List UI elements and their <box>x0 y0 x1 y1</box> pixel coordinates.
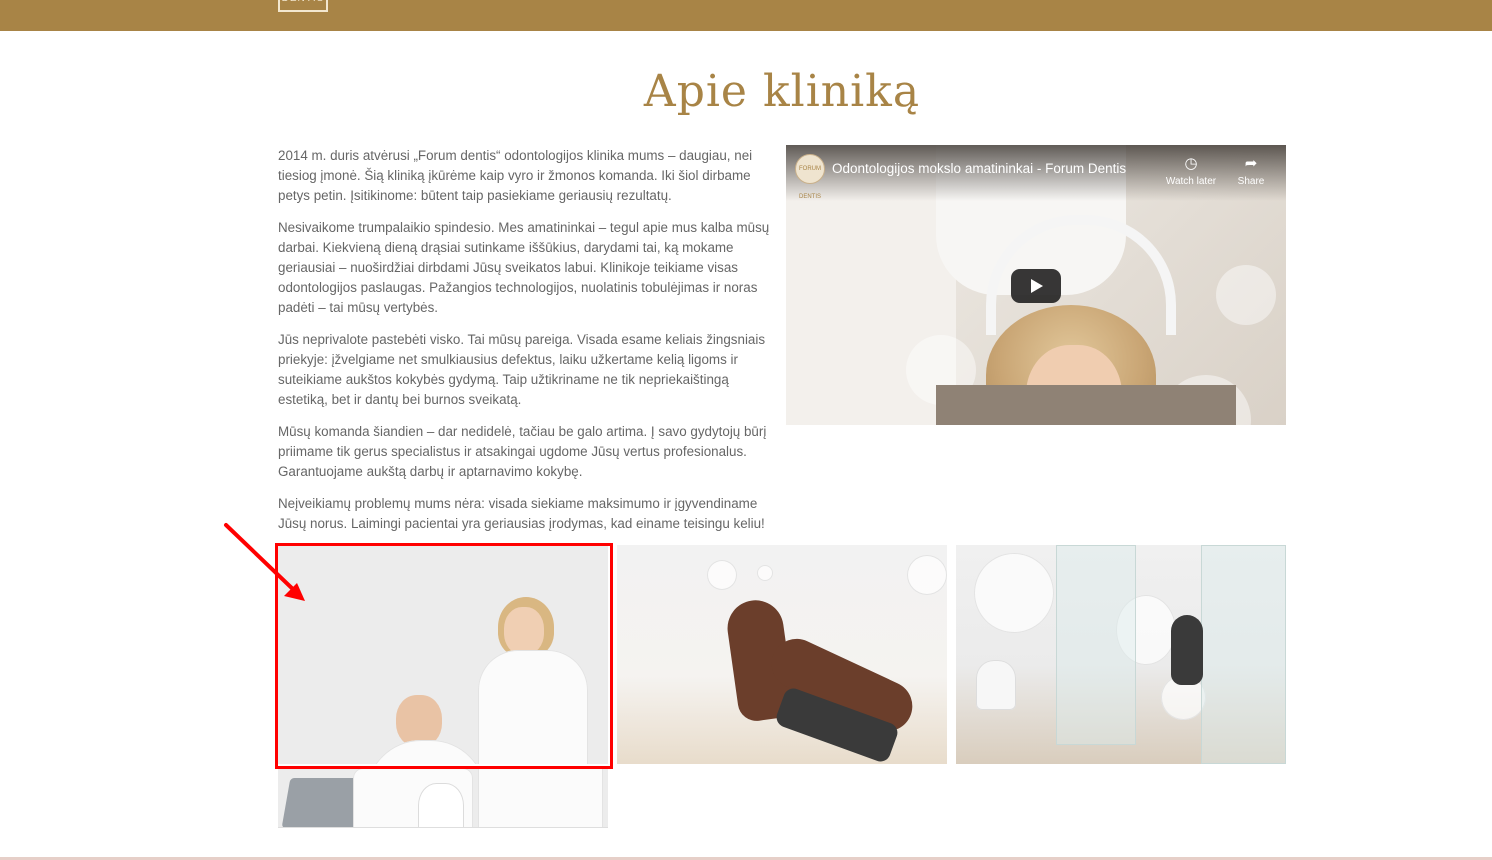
gallery-image-clinic-room[interactable] <box>956 545 1286 764</box>
share-arrow-icon: ➦ <box>1244 155 1258 172</box>
youtube-video-embed[interactable]: FORUM DENTIS Odontologijos mokslo amatin… <box>786 145 1286 425</box>
photo-wall-circle <box>757 565 773 581</box>
page-title: Apie kliniką <box>643 66 921 117</box>
highlight-box <box>275 543 613 769</box>
photo-glass-circle <box>974 553 1054 633</box>
video-title[interactable]: Odontologijos mokslo amatininkai - Forum… <box>832 161 1126 176</box>
photo-wall-circle <box>707 560 737 590</box>
photo-desk <box>278 828 608 860</box>
channel-avatar[interactable]: FORUM DENTIS <box>795 154 825 200</box>
share-label: Share <box>1237 176 1265 187</box>
share-button[interactable]: ➦ Share <box>1223 155 1279 187</box>
gallery-image-team-bottom[interactable] <box>278 768 608 860</box>
watch-later-label: Watch later <box>1165 176 1217 187</box>
about-text: 2014 m. duris atvėrusi „Forum dentis“ od… <box>278 146 775 546</box>
clock-icon: ◷ <box>1184 155 1198 172</box>
video-patient-jacket <box>936 385 1236 425</box>
site-logo[interactable]: DENTIS <box>278 0 328 12</box>
about-paragraph: Jūs neprivalote pastebėti visko. Tai mūs… <box>278 332 766 407</box>
play-icon[interactable] <box>1011 269 1061 303</box>
photo-glass-wall <box>1201 545 1286 764</box>
gallery-image-dental-chair[interactable] <box>617 545 947 764</box>
top-navigation-bar: DENTIS <box>0 0 1492 31</box>
about-paragraph: Mūsų komanda šiandien – dar nedidelė, ta… <box>278 424 767 479</box>
about-paragraph: 2014 m. duris atvėrusi „Forum dentis“ od… <box>278 148 753 203</box>
video-decor-bubble <box>1216 265 1276 325</box>
photo-white-chair <box>976 660 1016 710</box>
photo-glass-wall <box>1056 545 1136 745</box>
about-paragraph: Neįveikiamų problemų mums nėra: visada s… <box>278 496 765 531</box>
watch-later-button[interactable]: ◷ Watch later <box>1163 155 1219 187</box>
photo-wall-circle <box>907 555 947 595</box>
about-paragraph: Nesivaikome trumpalaikio spindesio. Mes … <box>278 220 770 315</box>
photo-dark-chair <box>1171 615 1203 685</box>
